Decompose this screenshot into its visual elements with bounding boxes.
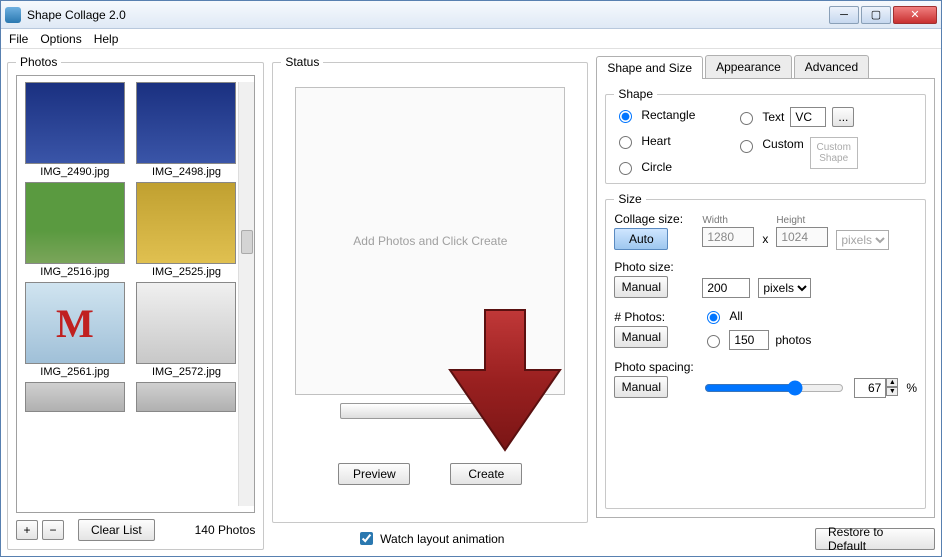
x-sep: x bbox=[762, 232, 768, 246]
label-photos-word: photos bbox=[775, 333, 811, 347]
thumbnail-label: IMG_2498.jpg bbox=[152, 166, 221, 178]
width-label: Width bbox=[702, 215, 754, 226]
label-heart: Heart bbox=[641, 134, 670, 148]
thumbnail-label: IMG_2516.jpg bbox=[40, 266, 109, 278]
watch-animation-label: Watch layout animation bbox=[380, 532, 504, 546]
spin-up[interactable]: ▲ bbox=[886, 378, 898, 387]
photo-manual-button[interactable]: Manual bbox=[614, 276, 668, 298]
radio-heart[interactable] bbox=[619, 136, 632, 149]
settings-panel: Shape and Size Appearance Advanced Shape… bbox=[596, 55, 935, 550]
tab-appearance[interactable]: Appearance bbox=[705, 55, 792, 78]
photo-unit-select[interactable]: pixels bbox=[758, 278, 811, 298]
spacing-input[interactable] bbox=[854, 378, 886, 398]
add-photo-button[interactable]: + bbox=[16, 520, 38, 540]
restore-default-button[interactable]: Restore to Default bbox=[815, 528, 935, 550]
tab-advanced[interactable]: Advanced bbox=[794, 55, 869, 78]
label-rectangle: Rectangle bbox=[641, 108, 695, 122]
collage-auto-button[interactable]: Auto bbox=[614, 228, 668, 250]
thumbnail[interactable]: IMG_2525.jpg bbox=[135, 182, 239, 278]
thumbnail[interactable]: IMG_2490.jpg bbox=[23, 82, 127, 178]
progress-bar bbox=[340, 403, 520, 419]
thumbnail[interactable]: M IMG_2561.jpg bbox=[23, 282, 127, 378]
app-icon bbox=[5, 7, 21, 23]
label-custom: Custom bbox=[762, 137, 803, 151]
preview-placeholder: Add Photos and Click Create bbox=[353, 234, 507, 248]
clear-list-button[interactable]: Clear List bbox=[78, 519, 155, 541]
thumbnail[interactable]: IMG_2516.jpg bbox=[23, 182, 127, 278]
radio-text[interactable] bbox=[740, 112, 753, 125]
spacing-slider[interactable] bbox=[704, 380, 844, 396]
thumbnail-label: IMG_2525.jpg bbox=[152, 266, 221, 278]
photos-list[interactable]: IMG_2490.jpg IMG_2498.jpg IMG_2516.jpg IMG_… bbox=[16, 75, 255, 513]
thumbnail-image bbox=[25, 182, 125, 264]
radio-rectangle[interactable] bbox=[619, 110, 632, 123]
status-panel: Status Add Photos and Click Create Previ… bbox=[272, 55, 588, 523]
text-value-input[interactable] bbox=[790, 107, 826, 127]
remove-photo-button[interactable]: − bbox=[42, 520, 64, 540]
thumbnail-image bbox=[136, 82, 236, 164]
spin-down[interactable]: ▼ bbox=[886, 387, 898, 396]
thumbnail-label: IMG_2561.jpg bbox=[40, 366, 109, 378]
collage-size-label: Collage size: bbox=[614, 212, 694, 226]
thumbnail-image bbox=[25, 82, 125, 164]
watch-animation-checkbox[interactable] bbox=[360, 532, 373, 545]
photo-count: 140 Photos bbox=[195, 523, 256, 537]
count-manual-button[interactable]: Manual bbox=[614, 326, 668, 348]
radio-circle[interactable] bbox=[619, 162, 632, 175]
thumbnail[interactable]: IMG_2498.jpg bbox=[135, 82, 239, 178]
menu-help[interactable]: Help bbox=[94, 32, 119, 46]
radio-custom[interactable] bbox=[740, 140, 753, 153]
thumbnail-label: IMG_2572.jpg bbox=[152, 366, 221, 378]
spacing-manual-button[interactable]: Manual bbox=[614, 376, 668, 398]
radio-n-photos[interactable] bbox=[707, 335, 720, 348]
size-legend: Size bbox=[614, 192, 645, 206]
custom-shape-box[interactable]: Custom Shape bbox=[810, 137, 858, 169]
height-input[interactable] bbox=[776, 227, 828, 247]
photo-count-input[interactable] bbox=[729, 330, 769, 350]
scrollbar-thumb[interactable] bbox=[241, 230, 253, 254]
size-group: Size Collage size: Auto Width x Height p… bbox=[605, 192, 926, 509]
label-all: All bbox=[729, 309, 742, 323]
create-button[interactable]: Create bbox=[450, 463, 522, 485]
thumbnail-image bbox=[136, 182, 236, 264]
label-circle: Circle bbox=[641, 160, 672, 174]
scrollbar[interactable] bbox=[238, 82, 254, 506]
titlebar: Shape Collage 2.0 ─ ▢ ✕ bbox=[1, 1, 941, 29]
status-legend: Status bbox=[281, 55, 323, 69]
window-title: Shape Collage 2.0 bbox=[27, 8, 829, 22]
percent-label: % bbox=[906, 381, 917, 395]
menu-options[interactable]: Options bbox=[40, 32, 81, 46]
thumbnail-image: M bbox=[25, 282, 125, 364]
preview-button[interactable]: Preview bbox=[338, 463, 410, 485]
minimize-button[interactable]: ─ bbox=[829, 6, 859, 24]
preview-area: Add Photos and Click Create bbox=[295, 87, 565, 395]
photo-size-input[interactable] bbox=[702, 278, 750, 298]
thumbnail-image bbox=[136, 282, 236, 364]
tab-shape-size[interactable]: Shape and Size bbox=[596, 56, 703, 79]
photo-count-label: # Photos: bbox=[614, 310, 694, 324]
collage-unit-select[interactable]: pixels bbox=[836, 230, 889, 250]
photo-size-label: Photo size: bbox=[614, 260, 694, 274]
shape-legend: Shape bbox=[614, 87, 657, 101]
shape-group: Shape Rectangle Heart Circle Text bbox=[605, 87, 926, 184]
label-text: Text bbox=[762, 110, 784, 124]
text-browse-button[interactable]: ... bbox=[832, 107, 854, 127]
spacing-label: Photo spacing: bbox=[614, 360, 694, 374]
photos-legend: Photos bbox=[16, 55, 61, 69]
width-input[interactable] bbox=[702, 227, 754, 247]
maximize-button[interactable]: ▢ bbox=[861, 6, 891, 24]
photos-panel: Photos IMG_2490.jpg IMG_2498.jpg IMG_2516.… bbox=[7, 55, 264, 550]
menu-file[interactable]: File bbox=[9, 32, 28, 46]
menubar: File Options Help bbox=[1, 29, 941, 49]
radio-all-photos[interactable] bbox=[707, 311, 720, 324]
thumbnail[interactable]: IMG_2572.jpg bbox=[135, 282, 239, 378]
thumbnail-label: IMG_2490.jpg bbox=[40, 166, 109, 178]
close-button[interactable]: ✕ bbox=[893, 6, 937, 24]
height-label: Height bbox=[776, 215, 828, 226]
